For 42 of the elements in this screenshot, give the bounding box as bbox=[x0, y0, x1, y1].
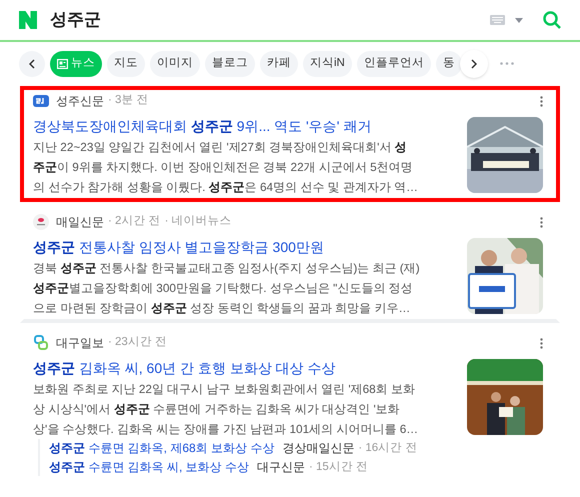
tab[interactable]: 동 bbox=[436, 51, 462, 77]
tab[interactable]: 지식iN bbox=[303, 51, 352, 77]
next-button[interactable] bbox=[460, 50, 488, 78]
more-icon[interactable] bbox=[500, 62, 514, 65]
article-title[interactable]: 성주군 김화옥 씨, 60년 간 효행 보화상 대상 수상 bbox=[33, 358, 457, 378]
article-summary: 경북 성주군 전통사찰 한국불교태고종 임정사(주지 성우스님)는 최근 (재) 성주군별고을장학회에 300만원을 기탁했다. 성우스님은 "신도들의 정성 으로 마련된 장학금이 성주군 성장 동력인 학생들의 꿈과 희망을 키우… bbox=[33, 260, 421, 317]
source-logo bbox=[33, 335, 49, 351]
source-logo bbox=[33, 214, 49, 230]
more-icon[interactable] bbox=[540, 338, 543, 348]
article-meta: · 15시간 전 bbox=[309, 460, 368, 475]
source-logo bbox=[33, 95, 49, 107]
tab[interactable]: 카페 bbox=[260, 51, 298, 77]
chevron-left-icon bbox=[29, 59, 35, 69]
previous-button[interactable] bbox=[19, 51, 45, 77]
more-icon[interactable] bbox=[540, 96, 543, 106]
source-name[interactable]: 경상매일신문 bbox=[282, 439, 354, 457]
article-summary: 지난 22~23일 양일간 김천에서 열린 '제27회 경북장애인체육대회'서 성 주군이 9위를 차지했다. 이번 장애인체전은 경북 22개 시군에서 5천여명 의 선수가 참가해 성황을 이뤘다. 성주군은 64명의 선수 및 관계자가 역… bbox=[33, 139, 419, 196]
search-icon[interactable] bbox=[543, 11, 561, 29]
article-meta: · 16시간 전 bbox=[358, 441, 418, 456]
caret-icon[interactable] bbox=[515, 18, 523, 22]
source-name[interactable]: 성주신문 bbox=[56, 92, 104, 110]
tab[interactable]: 블로그 bbox=[205, 51, 255, 77]
article-meta: · 23시간 전 bbox=[108, 335, 168, 350]
newspaper-icon bbox=[57, 59, 68, 69]
article-title[interactable]: 성주군 전통사찰 임정사 별고을장학금 300만원 bbox=[33, 237, 457, 257]
tab[interactable]: 인플루언서 bbox=[356, 51, 431, 77]
naver-logo[interactable] bbox=[19, 11, 37, 29]
article-title[interactable]: 경상북도장애인체육대회 성주군 9위... 역도 '우승' 쾌거 bbox=[33, 116, 457, 136]
article-meta: · 2시간 전 bbox=[108, 214, 161, 230]
tab[interactable]: 지도 bbox=[107, 51, 145, 77]
article-meta: · 3분 전 bbox=[108, 93, 149, 108]
tab[interactable]: 이미지 bbox=[150, 51, 200, 77]
article-summary: 보화원 주최로 지난 22일 대구시 남구 보화원회관에서 열린 '제68회 보화 상 시상식'에서 성주군 수륜면에 거주하는 김화옥 씨가 대상격인 '보화 상'을 수상했다. 김화옥 씨는 장애를 가진 남편과 101세의 시어머니를 6… bbox=[33, 381, 420, 438]
more-icon[interactable] bbox=[540, 216, 543, 228]
article-meta: · 네이버뉴스 bbox=[164, 214, 232, 230]
related-article-link[interactable]: 성주군 수륜면 김화옥, 제68회 보화상 수상 bbox=[49, 439, 274, 457]
source-name[interactable]: 대구일보 bbox=[56, 334, 104, 352]
search-query[interactable]: 성주군 bbox=[50, 7, 101, 33]
source-name[interactable]: 대구신문 bbox=[257, 458, 306, 476]
chevron-right-icon bbox=[471, 59, 477, 69]
related-article-link[interactable]: 성주군 수륜면 김화옥 씨, 보화상 수상 bbox=[49, 458, 250, 476]
source-name[interactable]: 매일신문 bbox=[56, 213, 104, 231]
